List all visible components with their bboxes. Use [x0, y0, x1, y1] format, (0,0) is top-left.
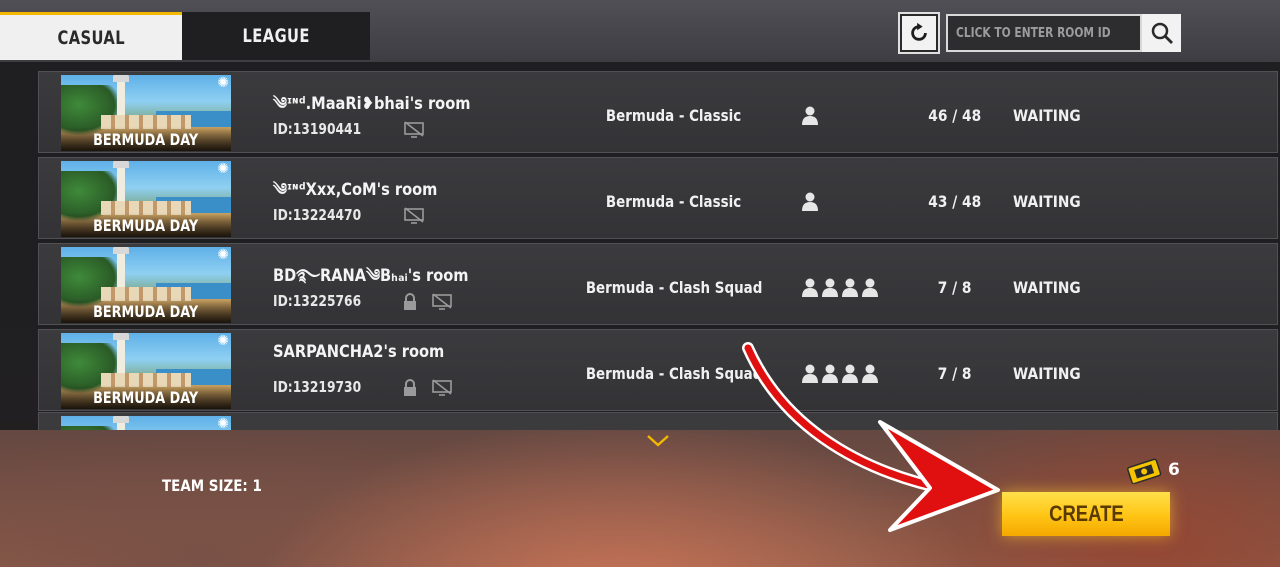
- tab-casual[interactable]: CASUAL: [0, 12, 182, 60]
- person-icon: [842, 364, 858, 383]
- room-id: ID:13219730: [273, 378, 362, 396]
- map-thumbnail: ✺ BERMUDA DAY: [61, 333, 231, 409]
- game-mode: Bermuda - Clash Squad: [585, 278, 763, 297]
- room-card-icon: [1127, 458, 1162, 484]
- lock-icon: [404, 293, 416, 310]
- search-button[interactable]: [1142, 14, 1181, 52]
- create-room-button[interactable]: CREATE: [1002, 492, 1170, 536]
- refresh-button[interactable]: [898, 12, 940, 54]
- no-spectate-icon: [404, 121, 424, 138]
- team-mode-icons: [801, 364, 879, 384]
- map-thumbnail: ✺ BERMUDA DAY: [61, 75, 231, 151]
- map-thumbnail: ✺ BERMUDA DAY: [61, 247, 231, 323]
- map-label: BERMUDA DAY: [61, 385, 231, 409]
- room-card-count: 6: [1168, 460, 1180, 480]
- map-thumbnail: ✺: [61, 416, 231, 430]
- team-size-label: TEAM SIZE: 1: [162, 476, 262, 495]
- no-spectate-icon: [432, 379, 452, 396]
- day-icon: ✺: [217, 75, 229, 91]
- day-icon: ✺: [217, 416, 229, 430]
- room-status: WAITING: [1013, 364, 1081, 383]
- tab-league[interactable]: LEAGUE: [182, 12, 370, 60]
- person-icon: [862, 364, 878, 383]
- room-id: ID:13225766: [273, 292, 362, 310]
- no-spectate-icon: [432, 293, 452, 310]
- map-label: BERMUDA DAY: [61, 127, 231, 151]
- room-name: SARPANCHA2's room: [273, 342, 445, 362]
- player-count: 7 / 8: [938, 278, 972, 297]
- room-row-partial[interactable]: ✺: [38, 412, 1278, 430]
- player-count: 7 / 8: [938, 364, 972, 383]
- room-list[interactable]: ✺ BERMUDA DAY ༄ᶦᶰᵈ.MaaRi❥bhai's room ID:…: [0, 62, 1280, 430]
- person-icon: [802, 278, 818, 297]
- player-count: 43 / 48: [928, 192, 982, 211]
- person-icon: [822, 364, 838, 383]
- person-icon: [802, 364, 818, 383]
- no-spectate-icon: [404, 207, 424, 224]
- room-row[interactable]: ✺ BERMUDA DAY ༄ᶦᶰᵈ.MaaRi❥bhai's room ID:…: [38, 71, 1278, 153]
- room-id-input[interactable]: CLICK TO ENTER ROOM ID: [946, 14, 1142, 52]
- game-mode: Bermuda - Classic: [606, 106, 742, 125]
- room-status: WAITING: [1013, 192, 1081, 211]
- person-icon: [842, 278, 858, 297]
- search-icon: [1151, 22, 1173, 44]
- room-row[interactable]: ✺ BERMUDA DAY BD࿐RANA༄Bₕₐᵢ's room ID:132…: [38, 243, 1278, 325]
- person-icon: [802, 192, 818, 211]
- team-mode-icons: [801, 192, 819, 212]
- day-icon: ✺: [217, 247, 229, 263]
- room-id: ID:13224470: [273, 206, 362, 224]
- room-status: WAITING: [1013, 106, 1081, 125]
- room-status: WAITING: [1013, 278, 1081, 297]
- refresh-icon: [911, 22, 927, 41]
- map-label: BERMUDA DAY: [61, 213, 231, 237]
- person-icon: [802, 106, 818, 125]
- game-mode: Bermuda - Classic: [606, 192, 742, 211]
- game-mode: Bermuda - Clash Squad: [585, 364, 763, 383]
- room-row[interactable]: ✺ BERMUDA DAY ༄ᶦᶰᵈXxx,CoM's room ID:1322…: [38, 157, 1278, 239]
- scroll-down-chevron-icon[interactable]: [646, 434, 670, 448]
- day-icon: ✺: [217, 161, 229, 177]
- team-mode-icons: [801, 106, 819, 126]
- room-row[interactable]: ✺ BERMUDA DAY SARPANCHA2's room ID:13219…: [38, 329, 1278, 411]
- person-icon: [822, 278, 838, 297]
- map-label: BERMUDA DAY: [61, 299, 231, 323]
- lock-icon: [404, 379, 416, 396]
- team-mode-icons: [801, 278, 879, 298]
- player-count: 46 / 48: [928, 106, 982, 125]
- room-id: ID:13190441: [273, 120, 362, 138]
- map-thumbnail: ✺ BERMUDA DAY: [61, 161, 231, 237]
- day-icon: ✺: [217, 333, 229, 349]
- person-icon: [862, 278, 878, 297]
